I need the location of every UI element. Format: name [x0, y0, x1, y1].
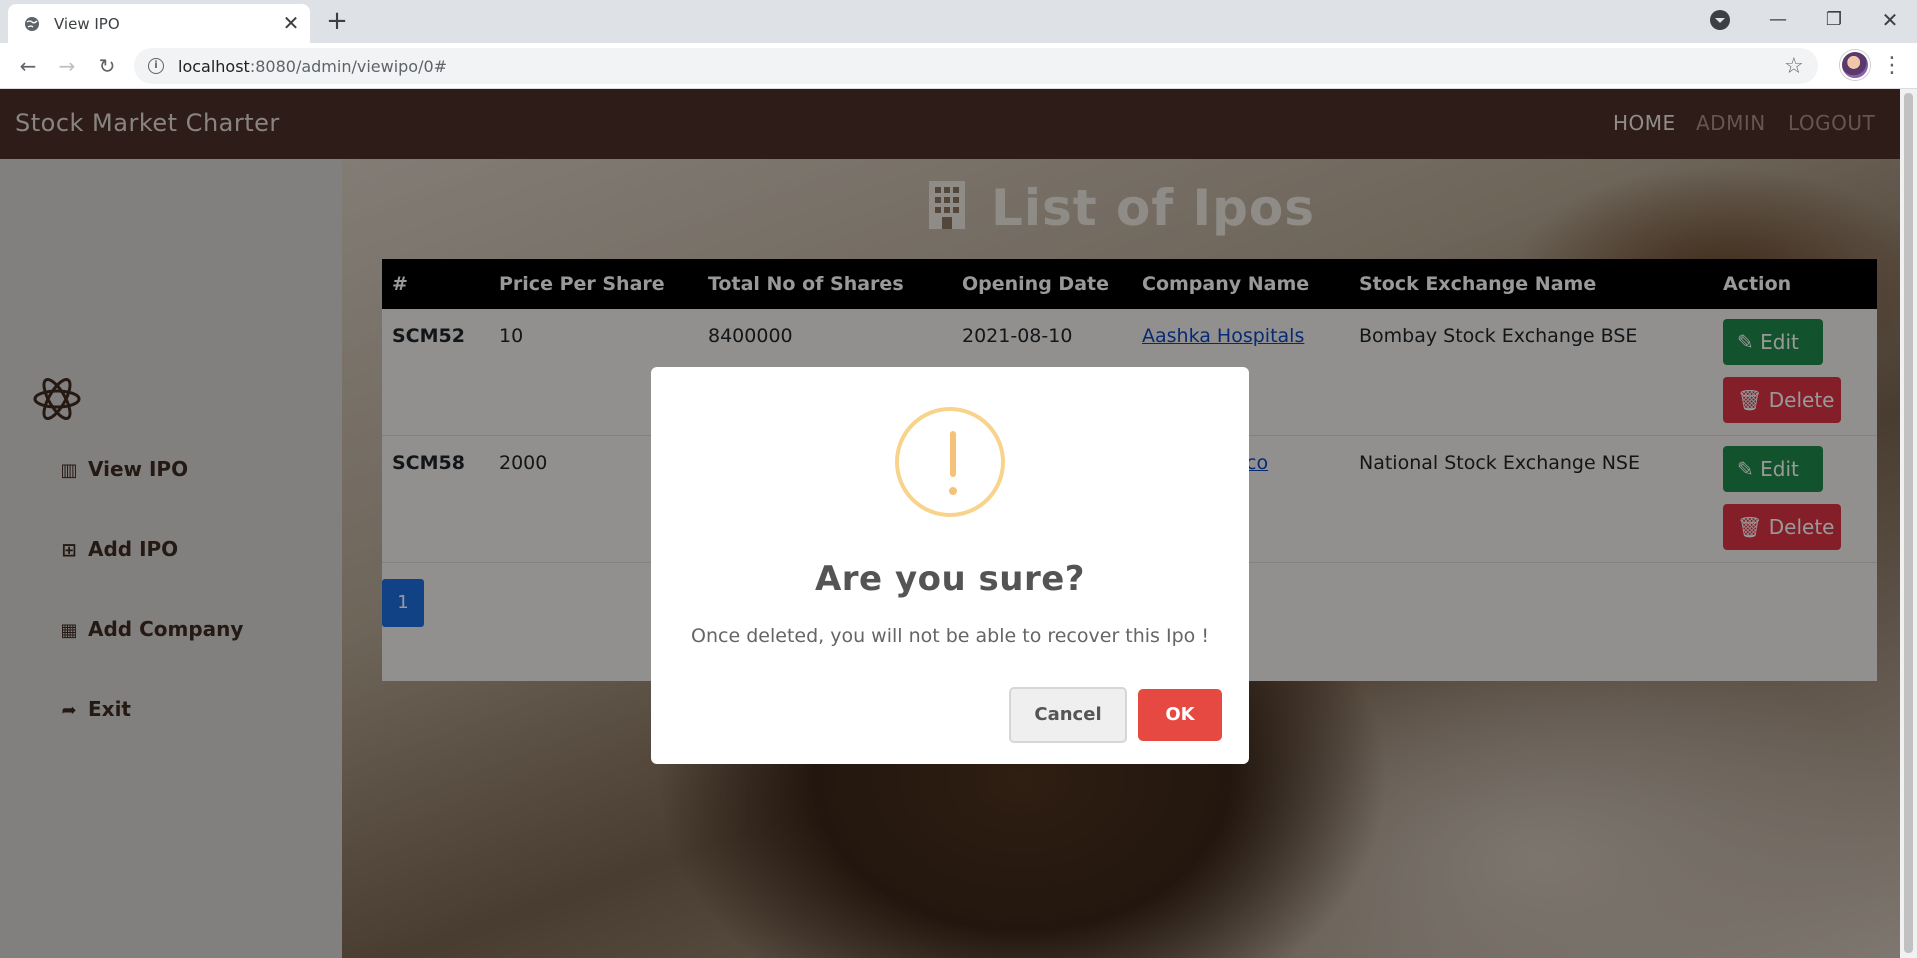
browser-toolbar: ← → ↻ i localhost:8080/admin/viewipo/0# …	[0, 43, 1917, 89]
dialog-title: Are you sure?	[814, 559, 1086, 599]
url-path: :8080/admin/viewipo/0#	[249, 57, 448, 76]
warning-icon	[895, 407, 1005, 517]
address-bar[interactable]: i localhost:8080/admin/viewipo/0# ☆	[134, 48, 1818, 84]
scrollbar-thumb[interactable]	[1904, 93, 1913, 953]
url-text[interactable]: localhost:8080/admin/viewipo/0#	[178, 57, 447, 76]
browser-tab-strip: View IPO ✕ + — ❐ ✕	[0, 0, 1917, 43]
ok-button[interactable]: OK	[1138, 689, 1222, 741]
tab-search-icon[interactable]	[1710, 10, 1730, 30]
info-icon[interactable]: i	[148, 58, 164, 74]
warning-icon-bar	[950, 431, 956, 477]
confirm-dialog: Are you sure? Once deleted, you will not…	[651, 367, 1249, 764]
warning-icon-dot	[949, 487, 957, 495]
close-icon[interactable]: ✕	[280, 12, 302, 34]
browser-tab[interactable]: View IPO ✕	[8, 4, 310, 43]
tab-title: View IPO	[54, 15, 120, 33]
dialog-message: Once deleted, you will not be able to re…	[691, 625, 1209, 647]
minimize-button[interactable]: —	[1760, 6, 1796, 34]
new-tab-button[interactable]: +	[322, 8, 352, 36]
page-scrollbar[interactable]	[1900, 89, 1917, 958]
star-icon[interactable]: ☆	[1784, 54, 1804, 79]
avatar[interactable]	[1840, 50, 1870, 80]
back-button[interactable]: ←	[14, 52, 42, 80]
url-host: localhost	[178, 57, 250, 76]
forward-button[interactable]: →	[53, 52, 81, 80]
kebab-menu-icon[interactable]: ⋮	[1880, 52, 1904, 80]
window-close-button[interactable]: ✕	[1872, 6, 1908, 34]
globe-icon	[25, 17, 39, 31]
restore-button[interactable]: ❐	[1816, 6, 1852, 34]
reload-button[interactable]: ↻	[93, 52, 121, 80]
cancel-button[interactable]: Cancel	[1009, 687, 1127, 743]
